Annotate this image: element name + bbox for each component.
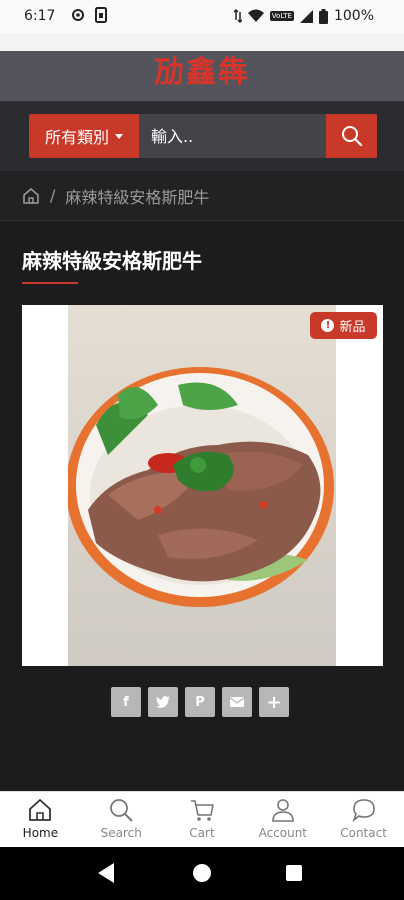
title-underline xyxy=(22,282,78,284)
status-time: 6:17 xyxy=(24,8,56,24)
facebook-share-button[interactable]: f xyxy=(111,687,141,717)
back-icon[interactable] xyxy=(98,863,114,883)
logo-bar: 劢鑫犇 xyxy=(0,51,404,101)
twitter-icon xyxy=(156,696,170,708)
nav-contact-label: Contact xyxy=(340,826,387,840)
nav-home[interactable]: Home xyxy=(0,792,81,847)
pinterest-icon: P xyxy=(195,694,205,710)
wifi-icon xyxy=(247,9,264,22)
home-circle-icon[interactable] xyxy=(193,864,211,882)
header-spacer xyxy=(0,33,404,51)
pinterest-share-button[interactable]: P xyxy=(185,687,215,717)
food-image xyxy=(68,305,336,666)
account-icon xyxy=(271,799,294,822)
search-button[interactable] xyxy=(326,114,377,158)
more-share-button[interactable]: + xyxy=(259,687,289,717)
facebook-icon: f xyxy=(123,694,129,710)
status-icons-left xyxy=(70,7,108,23)
nav-contact[interactable]: Contact xyxy=(323,792,404,847)
sim-card-icon xyxy=(95,7,107,23)
search-input[interactable] xyxy=(139,114,326,158)
category-label: 所有類別 xyxy=(44,128,109,147)
battery-icon xyxy=(318,8,328,24)
nav-search-label: Search xyxy=(100,826,142,840)
search-icon xyxy=(341,126,362,147)
search-icon xyxy=(110,799,133,822)
bottom-nav: Home Search Cart Account Contact xyxy=(0,791,404,847)
signal-icon xyxy=(299,9,313,23)
new-badge-label: 新品 xyxy=(339,320,366,335)
nav-cart-label: Cart xyxy=(189,826,215,840)
product-photo xyxy=(68,305,336,666)
nav-account-label: Account xyxy=(258,826,308,840)
info-icon: ! xyxy=(321,319,335,332)
cart-icon xyxy=(190,800,214,821)
breadcrumb-current: 麻辣特級安格斯肥牛 xyxy=(65,187,210,207)
volte-icon: VoLTE xyxy=(269,11,294,21)
share-buttons: f P + xyxy=(111,687,289,717)
nav-home-label: Home xyxy=(22,826,59,840)
data-arrows-icon xyxy=(233,9,242,23)
product-title: 麻辣特級安格斯肥牛 xyxy=(22,249,202,273)
recents-icon[interactable] xyxy=(286,865,302,881)
site-logo[interactable]: 劢鑫犇 xyxy=(0,51,404,91)
email-icon xyxy=(230,697,244,707)
status-icons-right: VoLTE 100% xyxy=(233,8,374,24)
home-icon xyxy=(29,799,52,821)
status-bar: 6:17 VoLTE 100% xyxy=(0,0,404,33)
system-nav-bar xyxy=(0,847,404,900)
twitter-share-button[interactable] xyxy=(148,687,178,717)
nav-account[interactable]: Account xyxy=(242,792,323,847)
caret-down-icon xyxy=(115,133,123,139)
category-dropdown[interactable]: 所有類別 xyxy=(29,114,139,158)
home-icon[interactable] xyxy=(22,187,40,205)
new-badge: ! 新品 xyxy=(310,312,377,339)
nav-search[interactable]: Search xyxy=(81,792,162,847)
email-share-button[interactable] xyxy=(222,687,252,717)
breadcrumb: / 麻辣特級安格斯肥牛 xyxy=(0,171,404,221)
battery-percent: 100% xyxy=(333,8,374,24)
product-content: 麻辣特級安格斯肥牛 ! 新品 f P + xyxy=(0,221,404,791)
settings-gear-icon xyxy=(72,9,84,21)
breadcrumb-separator: / xyxy=(50,186,56,205)
search-bar: 所有類別 xyxy=(0,101,404,171)
nav-cart[interactable]: Cart xyxy=(162,792,243,847)
plus-icon: + xyxy=(266,691,282,713)
chat-bubble-icon xyxy=(351,799,375,823)
product-image-frame[interactable]: ! 新品 xyxy=(22,305,383,666)
